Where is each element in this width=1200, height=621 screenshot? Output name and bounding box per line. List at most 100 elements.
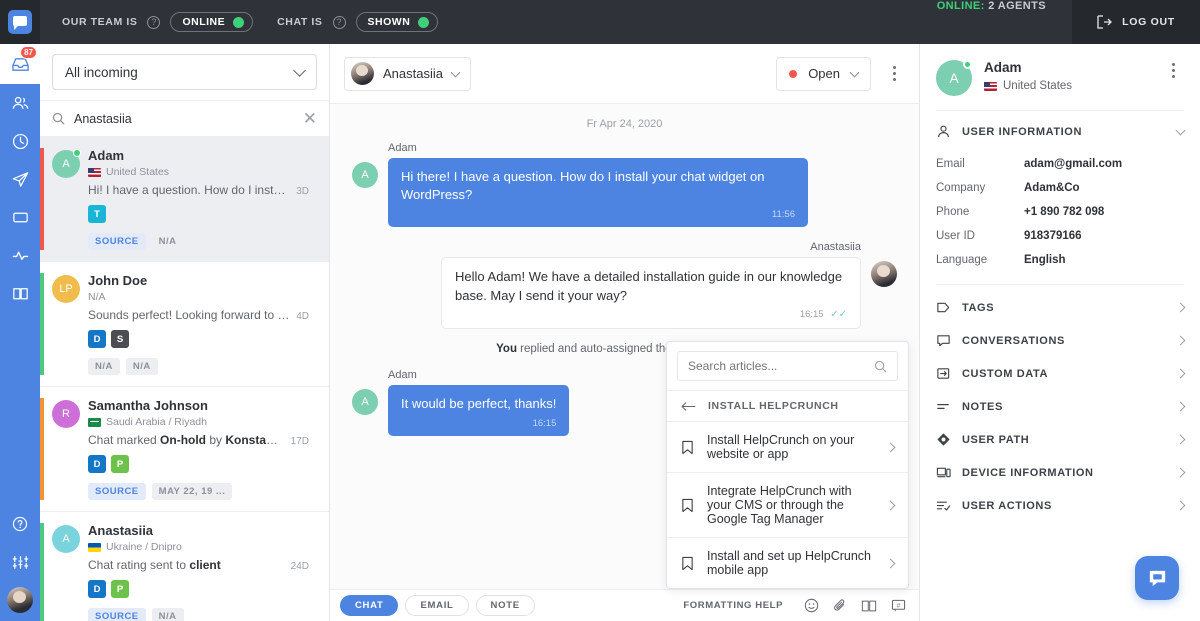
tag-row: N/A N/A [88,358,317,375]
assignee-select[interactable]: Anastasiia [344,57,471,91]
attachment-button[interactable] [829,598,851,613]
chevron-down-icon [1176,125,1186,135]
field-value[interactable]: +1 890 782 098 [1024,206,1104,218]
sidebar-item-help[interactable] [0,505,40,543]
conversation-body: Samantha JohnsonSaudi Arabia / RiyadhCha… [88,398,317,500]
composer-tab-email[interactable]: EMAIL [405,595,468,616]
conversation-item[interactable]: LPJohn DoeN/ASounds perfect! Looking for… [40,262,329,387]
sidebar-item-campaigns[interactable] [0,160,40,198]
conversation-item[interactable]: AAnastasiiaUkraine / DniproChat rating s… [40,512,329,621]
field-value[interactable]: 918379166 [1024,230,1082,242]
conversation-item[interactable]: RSamantha JohnsonSaudi Arabia / RiyadhCh… [40,387,329,512]
logout-button[interactable]: LOG OUT [1072,0,1200,44]
user-info-field: LanguageEnglish [936,248,1184,272]
conversation-body: AnastasiiaUkraine / DniproChat rating se… [88,523,317,621]
sidebar-item-inbox[interactable]: 87 [0,44,40,84]
chat-help-icon[interactable]: ? [333,16,346,29]
status-dot-icon [789,70,797,78]
inbox-filter-select[interactable]: All incoming [52,54,317,90]
conversation-search-row: ✕ [40,101,329,137]
chevron-right-icon [886,442,896,452]
kb-search-box[interactable] [677,351,898,381]
field-value[interactable]: English [1024,254,1066,266]
channel-chips: DS [88,330,317,348]
section-notes[interactable]: NOTES [920,390,1200,423]
user-more-menu-button[interactable] [1162,63,1184,78]
conversation-search-input[interactable] [74,112,294,126]
message-text: Hello Adam! We have a detailed installat… [455,268,847,305]
section-conversations[interactable]: CONVERSATIONS [920,324,1200,357]
knowledge-base-button[interactable] [858,599,880,613]
section-user-path[interactable]: USER PATH [920,423,1200,456]
section-title: CUSTOM DATA [962,368,1166,380]
section-title: USER PATH [962,434,1166,446]
inbox-unread-badge: 87 [20,46,37,59]
chevron-right-icon [1176,402,1186,412]
channel-chip: D [88,455,106,473]
current-agent-avatar[interactable] [7,587,33,613]
tag-chip[interactable]: SOURCE [88,608,146,621]
message-age: 17D [291,436,317,447]
field-value[interactable]: adam@gmail.com [1024,158,1122,170]
user-path-icon [936,432,951,447]
sidebar-item-analytics[interactable] [0,236,40,274]
contact-name: Samantha Johnson [88,398,208,413]
flag-sa-icon [88,418,101,427]
logout-icon [1097,15,1112,29]
knowledge-base-popup: INSTALL HELPCRUNCH Install HelpCrunch on… [666,341,909,589]
kb-back-breadcrumb[interactable]: INSTALL HELPCRUNCH [667,390,908,421]
conversation-list[interactable]: AAdamUnited StatesHi! I have a question.… [40,137,329,621]
message-time: 16:15 [401,417,556,430]
channel-chip: T [88,205,106,223]
chat-status-select[interactable]: Open [776,57,871,91]
formatting-help-button[interactable]: FORMATTING HELP [673,600,793,611]
chat-status-toggle[interactable]: SHOWN [356,12,439,32]
bookmark-icon [681,556,694,571]
message-row: Hello Adam! We have a detailed installat… [352,257,897,329]
sidebar-item-popups[interactable] [0,198,40,236]
chat-more-menu-button[interactable] [883,66,905,81]
field-value[interactable]: Adam&Co [1024,182,1080,194]
message-avatar: A [352,389,378,415]
message-time: 11:56 [401,208,795,221]
team-help-icon[interactable]: ? [147,16,160,29]
section-device-information[interactable]: DEVICE INFORMATION [920,456,1200,489]
tag-chip[interactable]: SOURCE [88,483,146,500]
sidebar-item-contacts[interactable] [0,84,40,122]
chat-widget-launcher[interactable] [1135,556,1179,600]
kb-search-input[interactable] [688,359,866,373]
section-title: TAGS [962,302,1166,314]
tag-chip[interactable]: N/A [88,358,120,375]
conversation-item[interactable]: AAdamUnited StatesHi! I have a question.… [40,137,329,262]
sidebar-item-knowledge-base[interactable] [0,274,40,312]
tag-chip[interactable]: MAY 22, 19 ... [152,483,233,500]
user-info-field: User ID918379166 [936,224,1184,248]
kebab-dot [893,78,896,81]
tag-chip[interactable]: SOURCE [88,233,146,250]
composer-tab-chat[interactable]: CHAT [340,595,398,616]
clear-search-icon[interactable]: ✕ [303,112,317,126]
section-custom-data[interactable]: CUSTOM DATA [920,357,1200,390]
kb-article-row[interactable]: Install HelpCrunch on your website or ap… [667,421,908,472]
canned-response-button[interactable]: # [887,599,909,613]
bookmark-icon [681,498,694,513]
sidebar-item-history[interactable] [0,122,40,160]
tag-chip[interactable]: N/A [152,608,184,621]
chat-bubble-icon [936,333,951,348]
section-tags[interactable]: TAGS [920,291,1200,324]
emoji-button[interactable] [800,598,822,613]
bookmark-icon [681,440,694,455]
team-status-toggle[interactable]: ONLINE [170,12,253,32]
section-user-information[interactable]: USER INFORMATION [920,111,1200,152]
tag-chip[interactable]: N/A [126,358,158,375]
chevron-down-icon [850,67,860,77]
kb-article-row[interactable]: Integrate HelpCrunch with your CMS or th… [667,472,908,537]
chat-status-value: Open [808,66,840,81]
kb-article-row[interactable]: Install and set up HelpCrunch mobile app [667,537,908,588]
composer-tab-note[interactable]: NOTE [476,595,535,616]
clock-icon [11,132,30,151]
sidebar-item-settings[interactable] [0,543,40,581]
tag-chip[interactable]: N/A [152,233,184,250]
user-name: Adam [984,60,1150,75]
section-user-actions[interactable]: USER ACTIONS [920,489,1200,522]
